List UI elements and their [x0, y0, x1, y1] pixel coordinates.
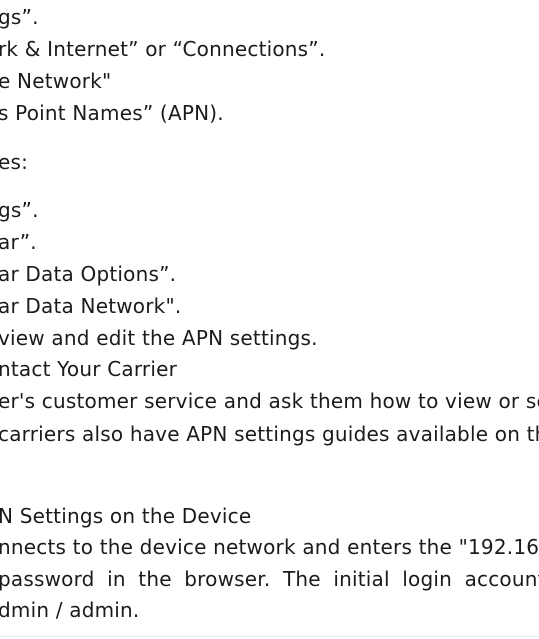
text-line: dmin / admin. [0, 598, 140, 622]
text-line: ar Data Options”. [0, 262, 177, 286]
section-heading-fragment: es: [0, 150, 29, 174]
divider [0, 636, 539, 637]
section-heading-fragment: ntact Your Carrier [0, 357, 178, 381]
document-page: gs”. rk & Internet” or “Connections”. e … [0, 0, 539, 639]
text-line: ar”. [0, 230, 37, 254]
text-line: er's customer service and ask them how t… [0, 389, 539, 413]
text-line: password in the browser. The initial log… [0, 567, 539, 591]
text-line: nnects to the device network and enters … [0, 535, 539, 559]
text-line: carriers also have APN settings guides a… [0, 422, 539, 446]
text-line: gs”. [0, 198, 39, 222]
text-line: view and edit the APN settings. [0, 326, 318, 350]
section-heading-fragment: N Settings on the Device [0, 504, 252, 528]
text-line: e Network" [0, 69, 112, 93]
text-line: gs”. [0, 5, 39, 29]
text-line: ar Data Network". [0, 294, 182, 318]
text-line: s Point Names” (APN). [0, 101, 224, 125]
text-line: rk & Internet” or “Connections”. [0, 37, 326, 61]
